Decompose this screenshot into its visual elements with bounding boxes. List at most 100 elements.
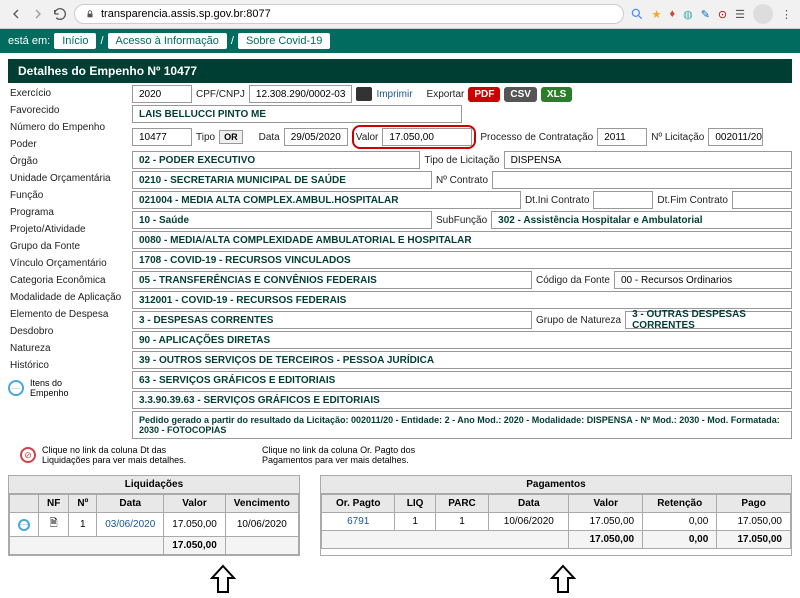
sidebar: Exercício Favorecido Número do Empenho P…: [8, 85, 128, 439]
fld-proc: 2011: [597, 128, 647, 146]
sb-grupofonte: Grupo da Fonte: [8, 238, 128, 255]
star-icon[interactable]: ★: [652, 8, 662, 21]
breadcrumb-acesso[interactable]: Acesso à Informação: [108, 33, 227, 49]
breadcrumb: está em: Início/ Acesso à Informação/ So…: [0, 29, 800, 53]
hints-row: ⊘ Clique no link da coluna Dt das Liquid…: [0, 439, 800, 471]
fld-valor: 17.050,00: [382, 128, 472, 146]
browser-toolbar: transparencia.assis.sp.gov.br:8077 ★ ♦ ◍…: [0, 0, 800, 29]
table-pagamentos: Pagamentos Or. Pagto LIQ PARC Data Valor…: [320, 475, 792, 556]
sb-historico: Histórico: [8, 357, 128, 374]
pag-h2: PARC: [435, 495, 488, 513]
liq-h0: [10, 495, 39, 513]
breadcrumb-inicio[interactable]: Início: [54, 33, 96, 49]
search-ext-icon[interactable]: [630, 7, 644, 21]
liq-nf[interactable]: 🗎: [39, 513, 69, 537]
drop-icon[interactable]: ♦: [669, 8, 675, 20]
lbl-tipolic: Tipo de Licitação: [424, 155, 499, 166]
fld-historico: Pedido gerado a partir do resultado da L…: [132, 411, 792, 439]
fld-tipo: OR: [219, 130, 243, 144]
main-panel: 2020 CPF/CNPJ 12.308.290/0002-03 Imprimi…: [132, 85, 792, 439]
forward-icon[interactable]: [30, 6, 46, 22]
export-pdf[interactable]: PDF: [468, 87, 500, 102]
liq-h1: NF: [39, 495, 69, 513]
reload-icon[interactable]: [52, 6, 68, 22]
lbl-subf: SubFunção: [436, 215, 487, 226]
avatar-icon[interactable]: [753, 4, 773, 24]
fld-natureza: 3.3.90.39.63 - SERVIÇOS GRÁFICOS E EDITO…: [132, 391, 792, 409]
sb-favorecido: Favorecido: [8, 102, 128, 119]
export-csv[interactable]: CSV: [504, 87, 537, 102]
hint-liq-icon[interactable]: ⊘: [20, 447, 36, 463]
url-bar[interactable]: transparencia.assis.sp.gov.br:8077: [74, 4, 624, 24]
liq-venc: 10/06/2020: [225, 513, 298, 537]
pag-h1: LIQ: [395, 495, 435, 513]
liq-title: Liquidações: [9, 476, 299, 494]
pag-tret: 0,00: [643, 531, 717, 549]
lbl-gnat: Grupo de Natureza: [536, 315, 621, 326]
breadcrumb-covid[interactable]: Sobre Covid-19: [238, 33, 330, 49]
liq-n: 1: [69, 513, 97, 537]
pag-valor: 17.050,00: [569, 513, 643, 531]
sb-projeto: Projeto/Atividade: [8, 221, 128, 238]
pag-or[interactable]: 6791: [321, 513, 395, 531]
liq-row: ⋯ 🗎 1 03/06/2020 17.050,00 10/06/2020: [10, 513, 299, 537]
lbl-cpf: CPF/CNPJ: [196, 89, 245, 100]
liq-data[interactable]: 03/06/2020: [97, 513, 164, 537]
export-xls[interactable]: XLS: [541, 87, 572, 102]
pag-ret: 0,00: [643, 513, 717, 531]
pag-title: Pagamentos: [321, 476, 791, 494]
sb-categoria: Categoria Econômica: [8, 272, 128, 289]
fld-desdobro: 63 - SERVIÇOS GRÁFICOS E EDITORIAIS: [132, 371, 792, 389]
items-icon[interactable]: ⋯: [8, 380, 24, 396]
fld-funcao: 10 - Saúde: [132, 211, 432, 229]
lbl-codfonte: Código da Fonte: [536, 275, 610, 286]
fld-exercicio: 2020: [132, 85, 192, 103]
fld-categoria: 3 - DESPESAS CORRENTES: [132, 311, 532, 329]
fld-nlic: 002011/20: [708, 128, 763, 146]
fld-numero: 10477: [132, 128, 192, 146]
fld-ncontrato: [492, 171, 792, 189]
sb-programa: Programa: [8, 204, 128, 221]
pag-h0: Or. Pagto: [321, 495, 395, 513]
pen-icon[interactable]: ✎: [701, 8, 710, 21]
pag-total-row: 17.050,00 0,00 17.050,00: [321, 531, 790, 549]
pag-h4: Valor: [569, 495, 643, 513]
pag-parc: 1: [435, 513, 488, 531]
fld-vinculo: 312001 - COVID-19 - RECURSOS FEDERAIS: [132, 291, 792, 309]
annotation-arrows: [0, 560, 800, 598]
sb-poder: Poder: [8, 136, 128, 153]
pag-liq: 1: [395, 513, 435, 531]
liq-h3: Data: [97, 495, 164, 513]
liq-h2: Nº: [69, 495, 97, 513]
liq-detail-icon[interactable]: ⋯: [18, 519, 30, 531]
sb-desdobro: Desdobro: [8, 323, 128, 340]
lbl-exportar: Exportar: [427, 89, 465, 100]
fld-programa: 0080 - MEDIA/ALTA COMPLEXIDADE AMBULATOR…: [132, 231, 792, 249]
fld-favorecido: LAIS BELLUCCI PINTO ME: [132, 105, 462, 123]
fld-data: 29/05/2020: [284, 128, 348, 146]
lbl-ncontrato: Nº Contrato: [436, 175, 488, 186]
fld-projeto: 1708 - COVID-19 - RECURSOS VINCULADOS: [132, 251, 792, 269]
fld-elemento: 39 - OUTROS SERVIÇOS DE TERCEIROS - PESS…: [132, 351, 792, 369]
fld-grupofonte: 05 - TRANSFERÊNCIAS E CONVÊNIOS FEDERAIS: [132, 271, 532, 289]
fld-dtfim: [732, 191, 792, 209]
sb-orgao: Órgão: [8, 153, 128, 170]
table-liquidacoes: Liquidações NF Nº Data Valor Vencimento …: [8, 475, 300, 556]
print-link[interactable]: Imprimir: [376, 89, 412, 100]
list-icon[interactable]: ☰: [735, 8, 745, 21]
lbl-dtini: Dt.Ini Contrato: [525, 195, 589, 206]
menu-icon[interactable]: ⋮: [781, 8, 792, 21]
lbl-tipo: Tipo: [196, 132, 215, 143]
circle-ext-icon[interactable]: ◍: [683, 8, 693, 21]
print-icon[interactable]: [356, 87, 372, 101]
logo-icon[interactable]: ⊙: [718, 8, 727, 21]
back-icon[interactable]: [8, 6, 24, 22]
sb-exercicio: Exercício: [8, 85, 128, 102]
pag-tpago: 17.050,00: [717, 531, 791, 549]
pag-data: 10/06/2020: [489, 513, 569, 531]
pag-row: 6791 1 1 10/06/2020 17.050,00 0,00 17.05…: [321, 513, 790, 531]
liq-h4: Valor: [164, 495, 226, 513]
fld-poder: 02 - PODER EXECUTIVO: [132, 151, 420, 169]
arrow-up-icon-1: [208, 564, 238, 594]
url-text: transparencia.assis.sp.gov.br:8077: [101, 8, 271, 20]
